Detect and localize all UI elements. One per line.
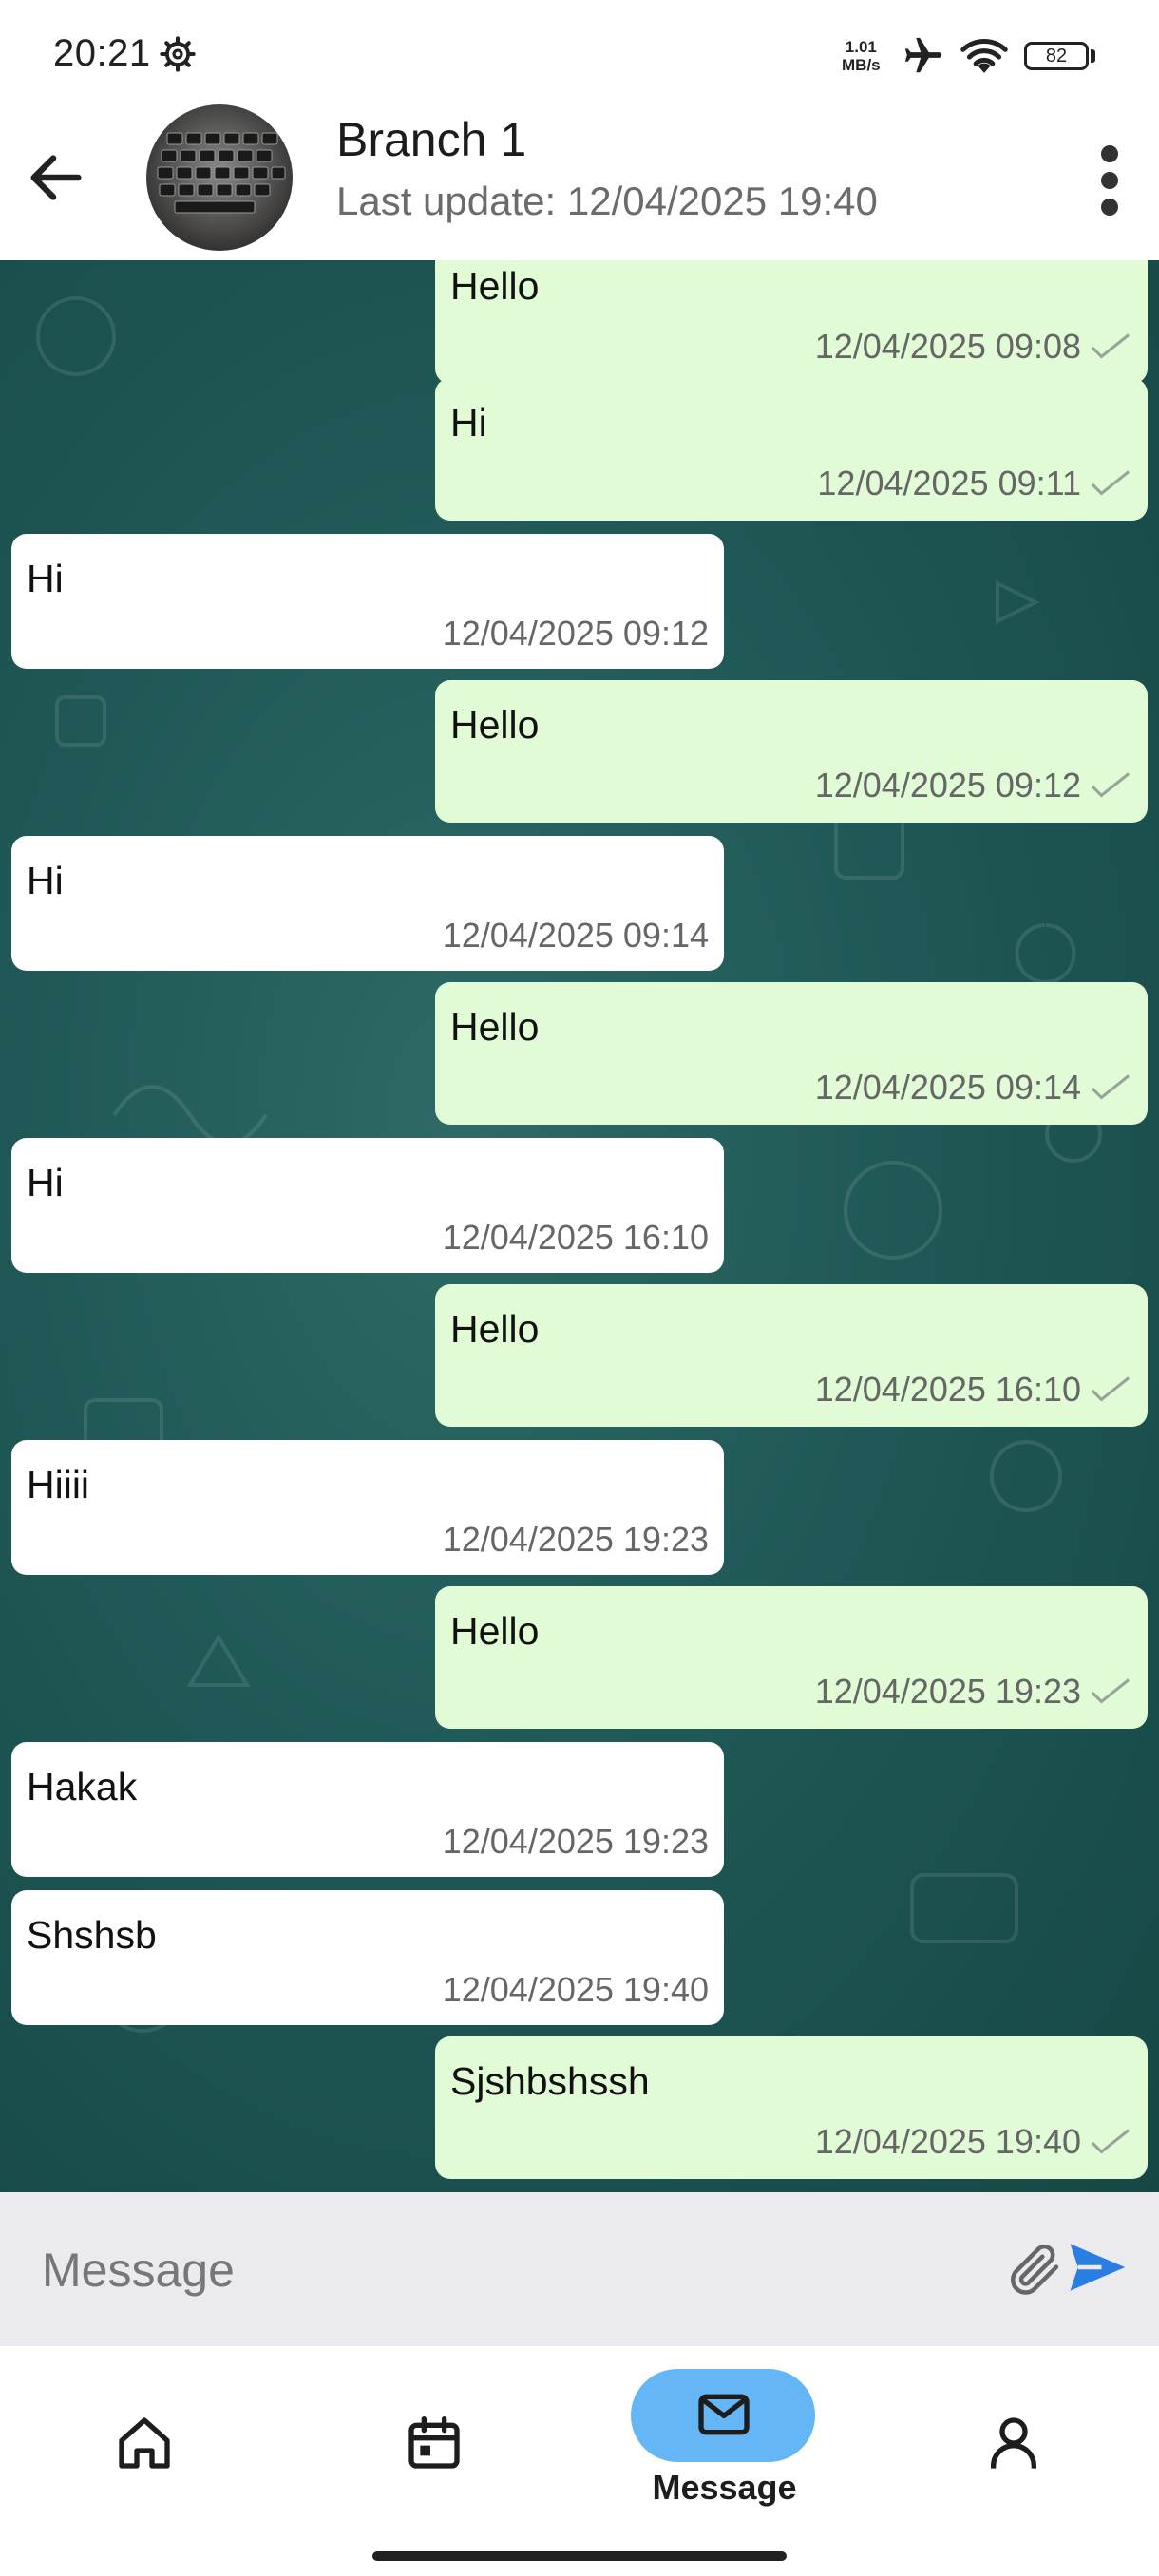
home-indicator[interactable] [372,2551,787,2561]
message-timestamp: 12/04/2025 09:14 [814,1068,1081,1107]
outgoing-message-bubble[interactable]: Hello 12/04/2025 09:12 [435,680,1148,823]
message-timestamp: 12/04/2025 19:23 [442,1822,709,1861]
outgoing-message-bubble[interactable]: Hello 12/04/2025 09:14 [435,982,1148,1125]
airplane-mode-icon [904,37,942,73]
message-text: Hello [450,1609,540,1653]
nav-profile[interactable] [869,2346,1159,2536]
nav-home[interactable] [0,2346,290,2536]
back-arrow-icon[interactable] [23,144,89,211]
attachment-paperclip-icon[interactable] [1003,2238,1064,2299]
incoming-message-bubble[interactable]: Shshsb 12/04/2025 19:40 [11,1890,724,2025]
message-text: Hello [450,1307,540,1351]
network-speed-value: 1.01 [845,38,877,56]
last-update-text: Last update: 12/04/2025 19:40 [336,179,878,223]
message-text: Hello [450,703,540,747]
sent-check-icon [1091,470,1130,496]
incoming-message-bubble[interactable]: Hi 12/04/2025 09:12 [11,534,724,669]
sent-check-icon [1091,1376,1130,1402]
message-text: Hi [450,401,487,445]
mail-icon [698,2394,750,2435]
settings-gear-icon [160,36,196,72]
nav-message[interactable]: Message [580,2346,869,2536]
message-timestamp: 12/04/2025 09:14 [442,916,709,955]
sent-check-icon [1091,772,1130,798]
send-icon[interactable] [1064,2236,1129,2299]
bottom-navigation: Message [0,2346,1159,2576]
outgoing-message-bubble[interactable]: Sjshbshssh 12/04/2025 19:40 [435,2036,1148,2179]
incoming-message-bubble[interactable]: Hi 12/04/2025 16:10 [11,1138,724,1273]
outgoing-message-bubble[interactable]: Hi 12/04/2025 09:11 [435,378,1148,521]
chat-header: Branch 1 Last update: 12/04/2025 19:40 [0,95,1159,260]
message-text: Sjshbshssh [450,2059,650,2103]
incoming-message-bubble[interactable]: Hakak 12/04/2025 19:23 [11,1742,724,1877]
message-timestamp: 12/04/2025 16:10 [442,1218,709,1257]
message-composer [0,2192,1159,2346]
chat-title: Branch 1 [336,113,527,166]
battery-icon: 82 [1024,42,1089,70]
message-text: Hakak [27,1765,138,1809]
sent-check-icon [1091,333,1130,359]
message-text: Hiiii [27,1463,90,1506]
sent-check-icon [1091,1678,1130,1704]
outgoing-message-bubble[interactable]: Hello 12/04/2025 19:23 [435,1586,1148,1729]
network-speed: 1.01 MB/s [842,38,881,74]
sent-check-icon [1091,1074,1130,1100]
incoming-message-bubble[interactable]: Hi 12/04/2025 09:14 [11,836,724,971]
message-timestamp: 12/04/2025 19:23 [814,1672,1081,1711]
message-text: Hi [27,1161,64,1204]
person-icon [991,2417,1036,2469]
message-input[interactable] [40,2228,975,2312]
nav-calendar[interactable] [290,2346,580,2536]
message-text: Hi [27,557,64,600]
battery-tip [1091,49,1095,63]
nav-message-label: Message [652,2468,797,2507]
network-speed-unit: MB/s [842,56,881,74]
calendar-icon [408,2416,460,2469]
outgoing-message-bubble[interactable]: Hello 12/04/2025 16:10 [435,1284,1148,1427]
message-text: Hi [27,859,64,902]
avatar[interactable] [146,104,293,251]
status-bar: 20:21 1.01 MB/s 82 [0,0,1159,109]
message-timestamp: 12/04/2025 16:10 [814,1370,1081,1409]
message-timestamp: 12/04/2025 09:12 [442,614,709,653]
status-time: 20:21 [53,32,151,74]
more-vert-icon[interactable] [1091,142,1129,218]
sent-check-icon [1091,2129,1130,2154]
message-timestamp: 12/04/2025 09:08 [814,327,1081,366]
message-text: Hello [450,1005,540,1049]
message-timestamp: 12/04/2025 09:11 [817,464,1081,502]
message-text: Shshsb [27,1913,157,1957]
battery-level: 82 [1045,46,1068,66]
incoming-message-bubble[interactable]: Hiiii 12/04/2025 19:23 [11,1440,724,1575]
chat-messages[interactable]: Hello 12/04/2025 09:08 Hi 12/04/2025 09:11 H… [0,260,1159,2192]
message-timestamp: 12/04/2025 19:23 [442,1520,709,1559]
wifi-icon [960,39,1008,73]
outgoing-message-bubble[interactable]: Hello 12/04/2025 09:08 [435,260,1148,384]
message-timestamp: 12/04/2025 19:40 [442,1970,709,2009]
message-timestamp: 12/04/2025 19:40 [814,2122,1081,2161]
home-icon [119,2417,170,2469]
message-timestamp: 12/04/2025 09:12 [814,766,1081,805]
message-text: Hello [450,264,540,308]
